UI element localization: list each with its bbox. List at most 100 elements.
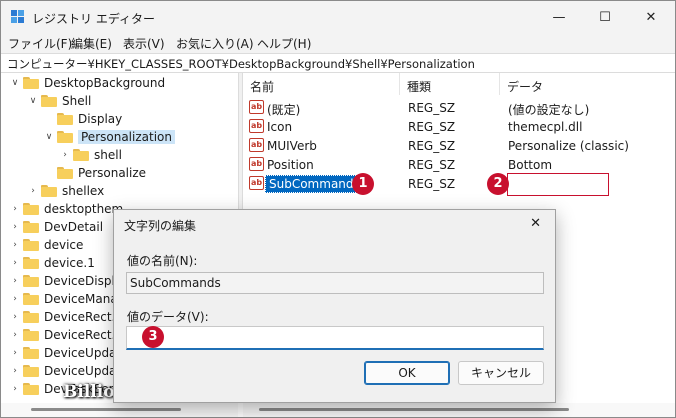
chevron-right-icon[interactable]: › bbox=[59, 150, 71, 160]
folder-icon bbox=[23, 347, 39, 359]
value-type: REG_SZ bbox=[408, 120, 456, 134]
window-title: レジストリ エディター bbox=[32, 12, 155, 26]
value-row[interactable]: ab (既定) REG_SZ (値の設定なし) bbox=[243, 98, 675, 117]
folder-icon bbox=[23, 311, 39, 323]
step-badge-1: 1 bbox=[352, 173, 374, 195]
folder-icon bbox=[23, 257, 39, 269]
menu-help[interactable]: ヘルプ(H) bbox=[257, 35, 311, 52]
chevron-right-icon[interactable]: › bbox=[9, 276, 21, 286]
chevron-right-icon[interactable]: › bbox=[9, 204, 21, 214]
folder-icon bbox=[23, 365, 39, 377]
menu-favorites[interactable]: お気に入り(A) bbox=[176, 35, 254, 52]
menu-file[interactable]: ファイル(F) bbox=[8, 35, 72, 52]
tree-node-personalization[interactable]: ∨ Personalization bbox=[43, 128, 175, 146]
close-button[interactable]: ✕ bbox=[628, 1, 674, 33]
menu-edit[interactable]: 編集(E) bbox=[71, 35, 112, 52]
chevron-right-icon[interactable]: › bbox=[9, 222, 21, 232]
address-bar[interactable]: コンピューター¥HKEY_CLASSES_ROOT¥DesktopBackgro… bbox=[1, 53, 675, 73]
ok-button[interactable]: OK bbox=[364, 361, 450, 385]
folder-icon bbox=[23, 275, 39, 287]
value-name-label: 値の名前(N): bbox=[127, 254, 198, 268]
value-name: (既定) bbox=[267, 103, 301, 117]
menu-view[interactable]: 表示(V) bbox=[123, 35, 165, 52]
folder-icon bbox=[41, 95, 57, 107]
chevron-right-icon[interactable]: › bbox=[9, 294, 21, 304]
title-bar[interactable]: レジストリ エディター — ☐ ✕ bbox=[1, 1, 675, 33]
column-header-name[interactable]: 名前 bbox=[243, 73, 400, 95]
chevron-right-icon[interactable]: › bbox=[9, 366, 21, 376]
registry-editor-icon bbox=[11, 10, 24, 23]
scrollbar-thumb[interactable] bbox=[31, 408, 181, 411]
value-row-subcommands[interactable]: ab SubCommands REG_SZ bbox=[243, 174, 675, 193]
chevron-right-icon[interactable]: › bbox=[9, 330, 21, 340]
string-value-icon: ab bbox=[249, 157, 264, 171]
value-type: REG_SZ bbox=[408, 139, 456, 153]
cancel-button[interactable]: キャンセル bbox=[458, 361, 544, 385]
list-horizontal-scrollbar[interactable] bbox=[243, 403, 675, 417]
value-row[interactable]: ab Icon REG_SZ themecpl.dll bbox=[243, 117, 675, 136]
value-row[interactable]: ab MUIVerb REG_SZ Personalize (classic) bbox=[243, 136, 675, 155]
value-data-input[interactable] bbox=[126, 326, 544, 350]
minimize-button[interactable]: — bbox=[536, 1, 582, 33]
folder-icon bbox=[23, 203, 39, 215]
tree-node[interactable]: › shellex bbox=[27, 182, 104, 200]
value-type: REG_SZ bbox=[408, 177, 456, 191]
folder-icon bbox=[23, 293, 39, 305]
folder-icon bbox=[23, 329, 39, 341]
menu-bar: ファイル(F) 編集(E) 表示(V) お気に入り(A) ヘルプ(H) bbox=[1, 33, 675, 53]
chevron-right-icon[interactable]: › bbox=[9, 240, 21, 250]
folder-icon bbox=[23, 239, 39, 251]
step-badge-3: 3 bbox=[142, 326, 164, 348]
chevron-right-icon[interactable]: › bbox=[9, 348, 21, 358]
value-row[interactable]: ab Position REG_SZ Bottom bbox=[243, 155, 675, 174]
string-value-icon: ab bbox=[249, 100, 264, 114]
value-name: Icon bbox=[267, 120, 293, 134]
highlight-box bbox=[507, 173, 609, 196]
folder-icon bbox=[41, 185, 57, 197]
column-header-data[interactable]: データ bbox=[500, 73, 675, 95]
folder-icon bbox=[57, 167, 73, 179]
value-data: Personalize (classic) bbox=[508, 139, 629, 153]
chevron-right-icon[interactable]: › bbox=[9, 312, 21, 322]
value-name: MUIVerb bbox=[267, 139, 317, 153]
value-data: themecpl.dll bbox=[508, 120, 583, 134]
chevron-right-icon[interactable]: › bbox=[9, 384, 21, 394]
value-name-field: SubCommands bbox=[126, 272, 544, 294]
value-name: SubCommands bbox=[265, 175, 364, 193]
maximize-button[interactable]: ☐ bbox=[582, 1, 628, 33]
folder-icon bbox=[23, 221, 39, 233]
value-data: Bottom bbox=[508, 158, 553, 172]
string-value-icon: ab bbox=[249, 119, 264, 133]
dialog-close-icon[interactable]: ✕ bbox=[530, 216, 541, 231]
chevron-right-icon[interactable]: › bbox=[9, 258, 21, 268]
value-data: (値の設定なし) bbox=[508, 103, 590, 117]
value-name: Position bbox=[267, 158, 314, 172]
folder-icon bbox=[57, 113, 73, 125]
tree-node[interactable]: › device bbox=[9, 236, 83, 254]
scrollbar-thumb[interactable] bbox=[259, 408, 569, 411]
tree-horizontal-scrollbar[interactable] bbox=[1, 403, 238, 417]
chevron-down-icon[interactable]: ∨ bbox=[43, 132, 55, 142]
chevron-right-icon[interactable]: › bbox=[27, 186, 39, 196]
folder-icon bbox=[23, 383, 39, 395]
value-type: REG_SZ bbox=[408, 101, 456, 115]
string-value-icon: ab bbox=[249, 176, 264, 190]
registry-editor-window: レジストリ エディター — ☐ ✕ ファイル(F) 編集(E) 表示(V) お気… bbox=[0, 0, 676, 418]
chevron-down-icon[interactable]: ∨ bbox=[9, 78, 21, 88]
value-data-label: 値のデータ(V): bbox=[127, 310, 209, 324]
dialog-title: 文字列の編集 bbox=[124, 219, 197, 233]
tree-node[interactable]: › shell bbox=[59, 146, 122, 164]
step-badge-2: 2 bbox=[487, 173, 509, 195]
tree-node[interactable]: ∨ Shell bbox=[27, 92, 92, 110]
tree-node[interactable]: Personalize bbox=[43, 164, 146, 182]
tree-node[interactable]: › device.1 bbox=[9, 254, 95, 272]
tree-node[interactable]: › DevDetail bbox=[9, 218, 103, 236]
folder-icon bbox=[73, 149, 89, 161]
string-value-icon: ab bbox=[249, 138, 264, 152]
chevron-down-icon[interactable]: ∨ bbox=[27, 96, 39, 106]
edit-string-dialog: 文字列の編集 ✕ 値の名前(N): SubCommands 値のデータ(V): … bbox=[113, 209, 556, 403]
tree-node[interactable]: ∨ DesktopBackground bbox=[9, 74, 165, 92]
column-header-type[interactable]: 種類 bbox=[400, 73, 500, 95]
value-type: REG_SZ bbox=[408, 158, 456, 172]
tree-node[interactable]: Display bbox=[43, 110, 122, 128]
